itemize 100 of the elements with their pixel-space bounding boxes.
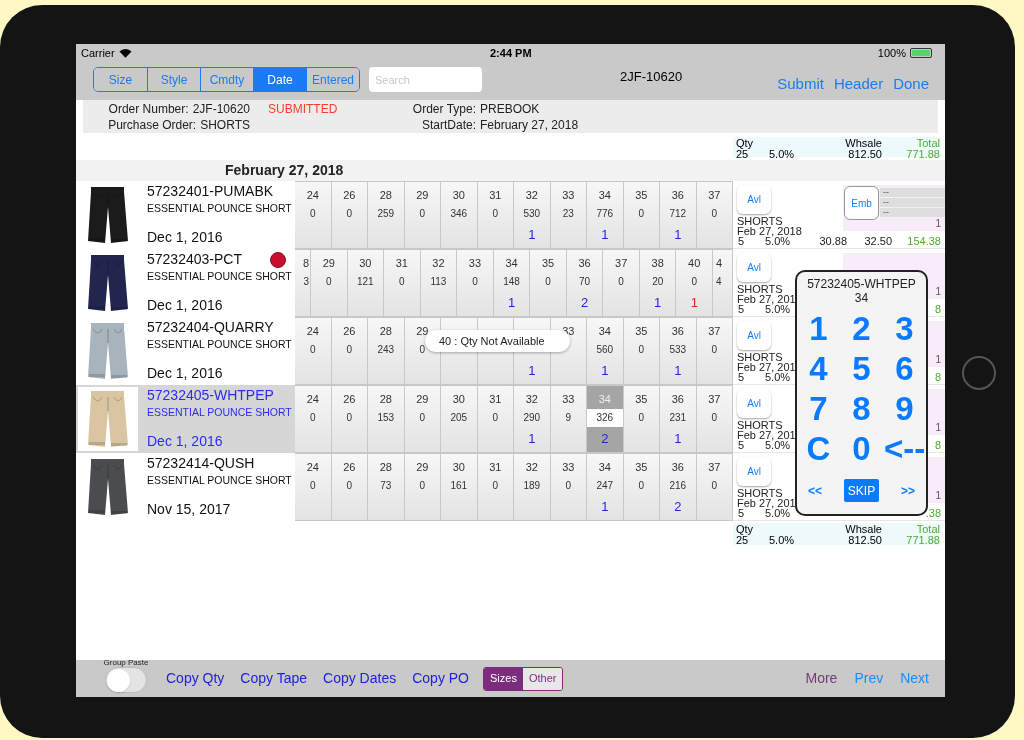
status-label: SUBMITTED [268,101,338,116]
available-count: 290 [523,411,541,425]
size-label: 34 [597,324,612,339]
size-label: 29 [321,256,336,271]
date-header: February 27, 2018 [225,161,344,180]
size-label: 35 [634,460,649,475]
style-description: ESSENTIAL POUNCE SHORT [147,405,292,419]
ship-date: Nov 15, 2017 [147,500,232,518]
line-discount: 5.0% [765,304,792,315]
summary-value: 25 [736,535,749,546]
available-count: 0 [638,207,645,221]
size-label: 26 [342,324,357,339]
available-count: 0 [618,275,624,289]
available-count: 533 [669,343,687,357]
size-label: 24 [305,324,320,339]
category-label: SHORTS [737,217,783,226]
field-value: February 27, 2018 [480,117,579,132]
line-total: 8 [934,304,941,315]
size-label: 34 [504,256,519,271]
summary-value: 771.88 [905,149,940,160]
size-label: 32 [431,256,446,271]
available-count: 0 [419,411,426,425]
available-count: 0 [419,207,426,221]
summary-label: Whsale [844,524,882,535]
line-price: 30.88 [818,236,847,247]
ship-date: Dec 1, 2016 [147,228,224,246]
available-count: 0 [565,479,572,493]
size-label: 29 [415,324,430,339]
available-count: 0 [691,275,697,289]
field-label: Order Type: [412,101,476,117]
available-count: 0 [492,479,499,493]
summary-value: 5.0% [769,149,796,160]
size-label: 29 [415,392,430,407]
available-count: 259 [377,207,395,221]
available-count: 0 [419,479,426,493]
available-count: 0 [309,207,316,221]
available-count: 530 [523,207,541,221]
date-label: Feb 27, 201 [737,362,796,372]
size-label: 35 [540,256,556,271]
size-label: 28 [378,392,393,407]
size-label: 35 [634,188,649,203]
available-count: 0 [419,343,426,357]
count-label: 1 [935,423,941,433]
date-label: Feb 27, 201 [737,294,796,304]
available-count: 0 [711,411,718,425]
size-label: 34 [597,460,612,475]
available-count: 560 [596,343,614,357]
available-count: 247 [596,479,614,493]
available-count: 0 [326,275,332,289]
keypad-size: 34 [854,291,869,305]
available-count: 148 [503,275,520,289]
date-label: Feb 27, 201 [737,498,796,508]
summary-value: 25 [736,149,749,160]
available-count: 0 [309,479,316,493]
line-qty: 5 [738,440,746,451]
available-count: 0 [711,479,718,493]
available-count: 0 [638,479,645,493]
ship-date: Dec 1, 2016 [147,296,224,314]
available-count: 0 [492,411,499,425]
available-count: 20 [652,275,664,289]
field-label: Purchase Order: [108,117,197,133]
size-label: 30 [451,188,466,203]
size-label: 32 [524,392,539,407]
dash-field: -- [880,198,945,207]
available-count: 0 [711,207,718,221]
line-whsale: 32.50 [863,236,892,247]
size-label: 34 [597,188,612,203]
size-label: 24 [305,460,320,475]
summary-label: Qty [736,524,755,535]
size-label: 37 [707,392,722,407]
size-label: 29 [415,188,430,203]
available-count: 0 [545,275,551,289]
available-count: 216 [669,479,687,493]
size-label: 35 [634,324,649,339]
line-total: 154.38 [907,236,941,247]
summary-value: 812.50 [847,149,882,160]
summary-label: Total [915,138,940,149]
size-label: 33 [561,392,576,407]
size-label: 32 [524,188,539,203]
category-label: SHORTS [737,421,783,430]
field-label: Order Number: [108,101,189,117]
size-label: 30 [358,256,373,271]
size-label: 37 [707,460,722,475]
summary-value: 5.0% [769,535,796,546]
size-label: 30 [451,392,466,407]
available-count: 0 [346,411,353,425]
available-count: 0 [472,275,478,289]
line-discount: 5.0% [765,508,792,519]
category-label: SHORTS [737,353,783,362]
size-label: 36 [577,256,592,271]
available-count: 0 [346,343,353,357]
size-label: 37 [707,324,722,339]
summary-value: 812.50 [847,535,882,546]
field-value: PREBOOK [480,101,540,116]
line-total: 8 [934,440,941,451]
size-label: 36 [670,392,685,407]
size-label: 36 [670,460,685,475]
line-qty: 5 [738,236,746,247]
available-count: 243 [377,343,395,357]
order-title: 2JF-10620 [620,68,683,86]
